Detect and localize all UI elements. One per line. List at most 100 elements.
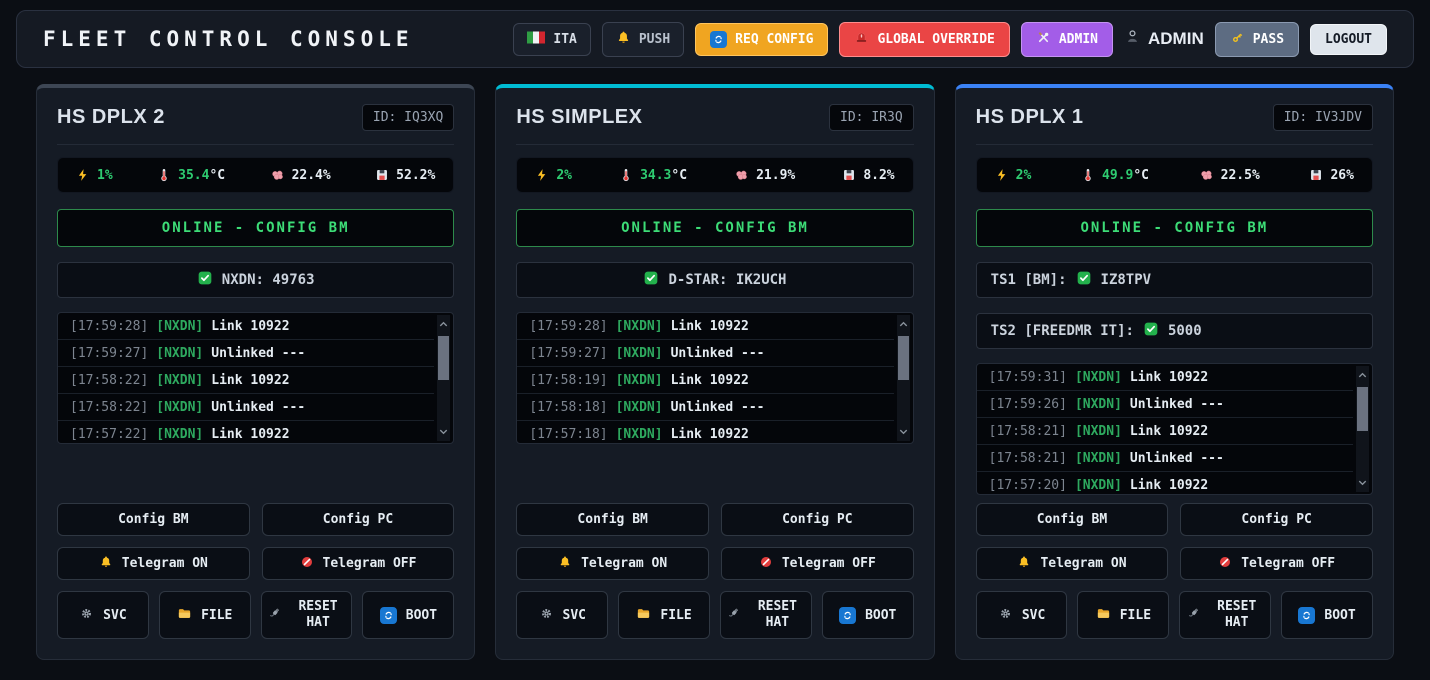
log-panel: [17:59:28][NXDN]Link 10922 [17:59:27][NX… — [516, 312, 913, 444]
language-button[interactable]: ITA — [513, 23, 590, 56]
disk-stat: 8.2% — [842, 168, 894, 183]
reset-hat-button[interactable]: RESET HAT — [720, 591, 812, 639]
log-tag: [NXDN] — [1075, 451, 1122, 466]
mode-info-box: NXDN: 49763 — [57, 262, 454, 298]
log-entry: [17:58:19][NXDN]Link 10922 — [517, 367, 893, 394]
ts1-info-box: TS1 [BM]: IZ8TPV — [976, 262, 1373, 298]
cpu-stat: 22.4% — [270, 168, 331, 183]
lightning-icon — [535, 168, 549, 182]
svc-button[interactable]: SVC — [976, 591, 1068, 639]
config-pc-button[interactable]: Config PC — [262, 503, 455, 536]
log-scrollbar[interactable] — [897, 315, 910, 441]
telegram-on-button[interactable]: Telegram ON — [516, 547, 709, 580]
divider — [976, 144, 1373, 145]
log-message: Unlinked --- — [1130, 451, 1224, 466]
log-message: Link 10922 — [671, 373, 749, 388]
config-bm-label: Config BM — [118, 512, 188, 527]
prohibited-icon — [759, 555, 773, 573]
scrollbar-thumb[interactable] — [438, 336, 449, 380]
log-entry: [17:57:18][NXDN]Link 10922 — [517, 421, 893, 444]
reset-hat-button[interactable]: RESET HAT — [1179, 591, 1271, 639]
check-icon — [643, 270, 659, 290]
device-card-hs-dplx-1: HS DPLX 1 ID: IV3JDV 2% 49.9°C 22.5% 26%… — [955, 84, 1394, 660]
config-bm-button[interactable]: Config BM — [976, 503, 1169, 536]
log-entry: [17:58:21][NXDN]Unlinked --- — [977, 445, 1353, 472]
chevron-up-icon[interactable] — [1357, 366, 1368, 385]
config-bm-label: Config BM — [1037, 512, 1107, 527]
logout-label: LOGOUT — [1325, 32, 1372, 47]
chevron-up-icon[interactable] — [438, 315, 449, 334]
info-label: TS2 [FREEDMR IT]: — [991, 323, 1134, 339]
user-icon — [1124, 28, 1141, 50]
log-message: Unlinked --- — [671, 346, 765, 361]
svc-button[interactable]: SVC — [516, 591, 608, 639]
temp-unit: °C — [209, 168, 225, 183]
boot-button[interactable]: BOOT — [1281, 591, 1373, 639]
global-override-label: GLOBAL OVERRIDE — [877, 32, 994, 47]
boot-button[interactable]: BOOT — [362, 591, 454, 639]
log-entry: [17:58:21][NXDN]Link 10922 — [977, 418, 1353, 445]
config-pc-label: Config PC — [1241, 512, 1311, 527]
disk-stat: 26% — [1309, 168, 1353, 183]
stats-bar: 1% 35.4°C 22.4% 52.2% — [57, 157, 454, 193]
logout-button[interactable]: LOGOUT — [1310, 24, 1387, 55]
device-id-badge: ID: IR3Q — [829, 104, 914, 131]
file-button[interactable]: FILE — [618, 591, 710, 639]
svc-label: SVC — [563, 608, 586, 623]
power-stat: 2% — [995, 168, 1032, 183]
log-tag: [NXDN] — [156, 427, 203, 442]
siren-icon — [854, 30, 869, 49]
log-message: Link 10922 — [1130, 370, 1208, 385]
log-time: [17:59:28] — [70, 319, 148, 334]
chevron-down-icon[interactable] — [438, 422, 449, 441]
power-stat: 2% — [535, 168, 572, 183]
config-pc-button[interactable]: Config PC — [1180, 503, 1373, 536]
log-entry: [17:58:22][NXDN]Link 10922 — [58, 367, 434, 394]
pass-button[interactable]: PASS — [1215, 22, 1299, 57]
scrollbar-thumb[interactable] — [1357, 387, 1368, 431]
log-entry: [17:59:26][NXDN]Unlinked --- — [977, 391, 1353, 418]
disk-value: 26% — [1330, 168, 1353, 183]
log-time: [17:58:19] — [529, 373, 607, 388]
telegram-off-button[interactable]: Telegram OFF — [262, 547, 455, 580]
bell-icon — [616, 30, 631, 49]
telegram-on-label: Telegram ON — [1040, 556, 1126, 571]
chevron-down-icon[interactable] — [898, 422, 909, 441]
svc-label: SVC — [103, 608, 126, 623]
telegram-on-label: Telegram ON — [122, 556, 208, 571]
telegram-off-button[interactable]: Telegram OFF — [1180, 547, 1373, 580]
scrollbar-thumb[interactable] — [898, 336, 909, 380]
telegram-on-button[interactable]: Telegram ON — [57, 547, 250, 580]
boot-button[interactable]: BOOT — [822, 591, 914, 639]
config-bm-button[interactable]: Config BM — [57, 503, 250, 536]
device-id-badge: ID: IQ3XQ — [362, 104, 454, 131]
reset-hat-button[interactable]: RESET HAT — [261, 591, 353, 639]
config-bm-button[interactable]: Config BM — [516, 503, 709, 536]
telegram-off-button[interactable]: Telegram OFF — [721, 547, 914, 580]
card-title: HS DPLX 1 — [976, 106, 1084, 129]
chevron-down-icon[interactable] — [1357, 473, 1368, 492]
chevron-up-icon[interactable] — [898, 315, 909, 334]
gear-icon — [79, 606, 94, 625]
top-bar: FLEET CONTROL CONSOLE ITA PUSH REQ CONFI… — [16, 10, 1414, 68]
log-entry: [17:59:27][NXDN]Unlinked --- — [58, 340, 434, 367]
page-title: FLEET CONTROL CONSOLE — [43, 27, 414, 51]
floppy-icon — [375, 168, 389, 182]
log-scrollbar[interactable] — [1356, 366, 1369, 492]
log-scrollbar[interactable] — [437, 315, 450, 441]
config-pc-button[interactable]: Config PC — [721, 503, 914, 536]
key-icon — [1230, 30, 1245, 49]
language-label: ITA — [553, 32, 576, 47]
req-config-button[interactable]: REQ CONFIG — [695, 23, 828, 56]
svc-button[interactable]: SVC — [57, 591, 149, 639]
file-button[interactable]: FILE — [159, 591, 251, 639]
log-time: [17:57:22] — [70, 427, 148, 442]
file-label: FILE — [660, 608, 691, 623]
logged-in-user: ADMIN — [1124, 28, 1204, 50]
push-button[interactable]: PUSH — [602, 22, 684, 57]
global-override-button[interactable]: GLOBAL OVERRIDE — [839, 22, 1009, 57]
telegram-on-button[interactable]: Telegram ON — [976, 547, 1169, 580]
log-time: [17:59:26] — [989, 397, 1067, 412]
file-button[interactable]: FILE — [1077, 591, 1169, 639]
admin-panel-button[interactable]: ADMIN — [1021, 22, 1113, 57]
